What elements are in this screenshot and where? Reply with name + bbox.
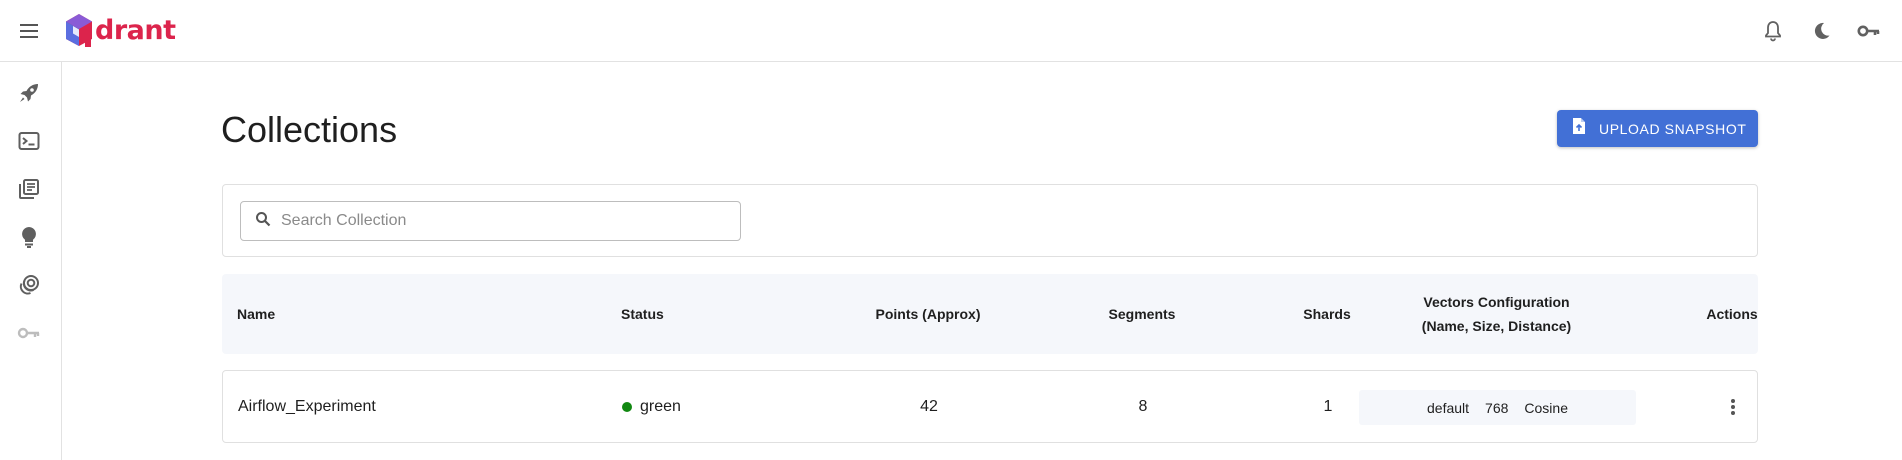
sidebar-item-welcome[interactable] xyxy=(14,80,44,110)
moon-icon[interactable] xyxy=(1807,17,1835,45)
header-vectors[interactable]: Vectors Configuration (Name, Size, Dista… xyxy=(1358,274,1635,354)
vector-distance: Cosine xyxy=(1524,399,1568,416)
qdrant-logo[interactable]: drant xyxy=(64,12,176,50)
upload-snapshot-label: Upload Snapshot xyxy=(1599,120,1747,137)
segments-cell: 8 xyxy=(1138,397,1148,415)
status-text: green xyxy=(640,397,681,415)
key-icon xyxy=(17,326,41,345)
search-icon xyxy=(255,211,271,232)
sidebar-item-datasets[interactable] xyxy=(14,272,44,302)
search-field[interactable] xyxy=(240,201,741,241)
status-cell: green xyxy=(622,371,681,442)
library-icon xyxy=(18,178,40,205)
file-upload-icon xyxy=(1571,117,1587,140)
sidebar xyxy=(0,62,62,460)
upload-snapshot-button[interactable]: Upload Snapshot xyxy=(1557,110,1758,147)
sidebar-item-tutorial[interactable] xyxy=(14,224,44,254)
logo-mark-icon xyxy=(66,14,92,47)
header-points[interactable]: Points (Approx) xyxy=(808,274,1048,354)
sidebar-item-access[interactable] xyxy=(14,320,44,350)
table-header: Name Status Points (Approx) Segments Sha… xyxy=(222,274,1758,354)
sidebar-item-console[interactable] xyxy=(14,128,44,158)
lightbulb-icon xyxy=(20,226,38,253)
header-name[interactable]: Name xyxy=(237,274,275,354)
row-actions-menu-icon[interactable] xyxy=(1719,393,1747,421)
menu-icon[interactable] xyxy=(17,19,41,43)
bell-icon[interactable] xyxy=(1759,17,1787,45)
logo-text: drant xyxy=(95,14,176,46)
collections-icon xyxy=(18,274,40,301)
header-actions: Actions xyxy=(1706,306,1758,322)
header-segments[interactable]: Segments xyxy=(1052,274,1232,354)
collection-name[interactable]: Airflow_Experiment xyxy=(238,371,376,442)
top-app-bar: drant xyxy=(0,0,1902,62)
header-status[interactable]: Status xyxy=(621,274,664,354)
key-icon[interactable] xyxy=(1855,17,1883,45)
points-cell: 42 xyxy=(920,397,938,415)
search-input[interactable] xyxy=(281,212,721,230)
header-vectors-line2: (Name, Size, Distance) xyxy=(1421,318,1572,334)
vector-name: default xyxy=(1427,399,1470,416)
page-title: Collections xyxy=(221,109,398,150)
status-dot xyxy=(622,401,632,412)
rocket-icon xyxy=(18,82,40,109)
search-card xyxy=(222,184,1758,257)
table-row[interactable]: Airflow_Experiment green 42 8 1 default … xyxy=(222,370,1758,443)
header-vectors-line1: Vectors Configuration xyxy=(1423,294,1570,310)
vector-size: 768 xyxy=(1485,399,1509,416)
vector-config-chip: default 768 Cosine xyxy=(1359,390,1636,425)
sidebar-item-collections[interactable] xyxy=(14,176,44,206)
terminal-icon xyxy=(18,131,40,156)
